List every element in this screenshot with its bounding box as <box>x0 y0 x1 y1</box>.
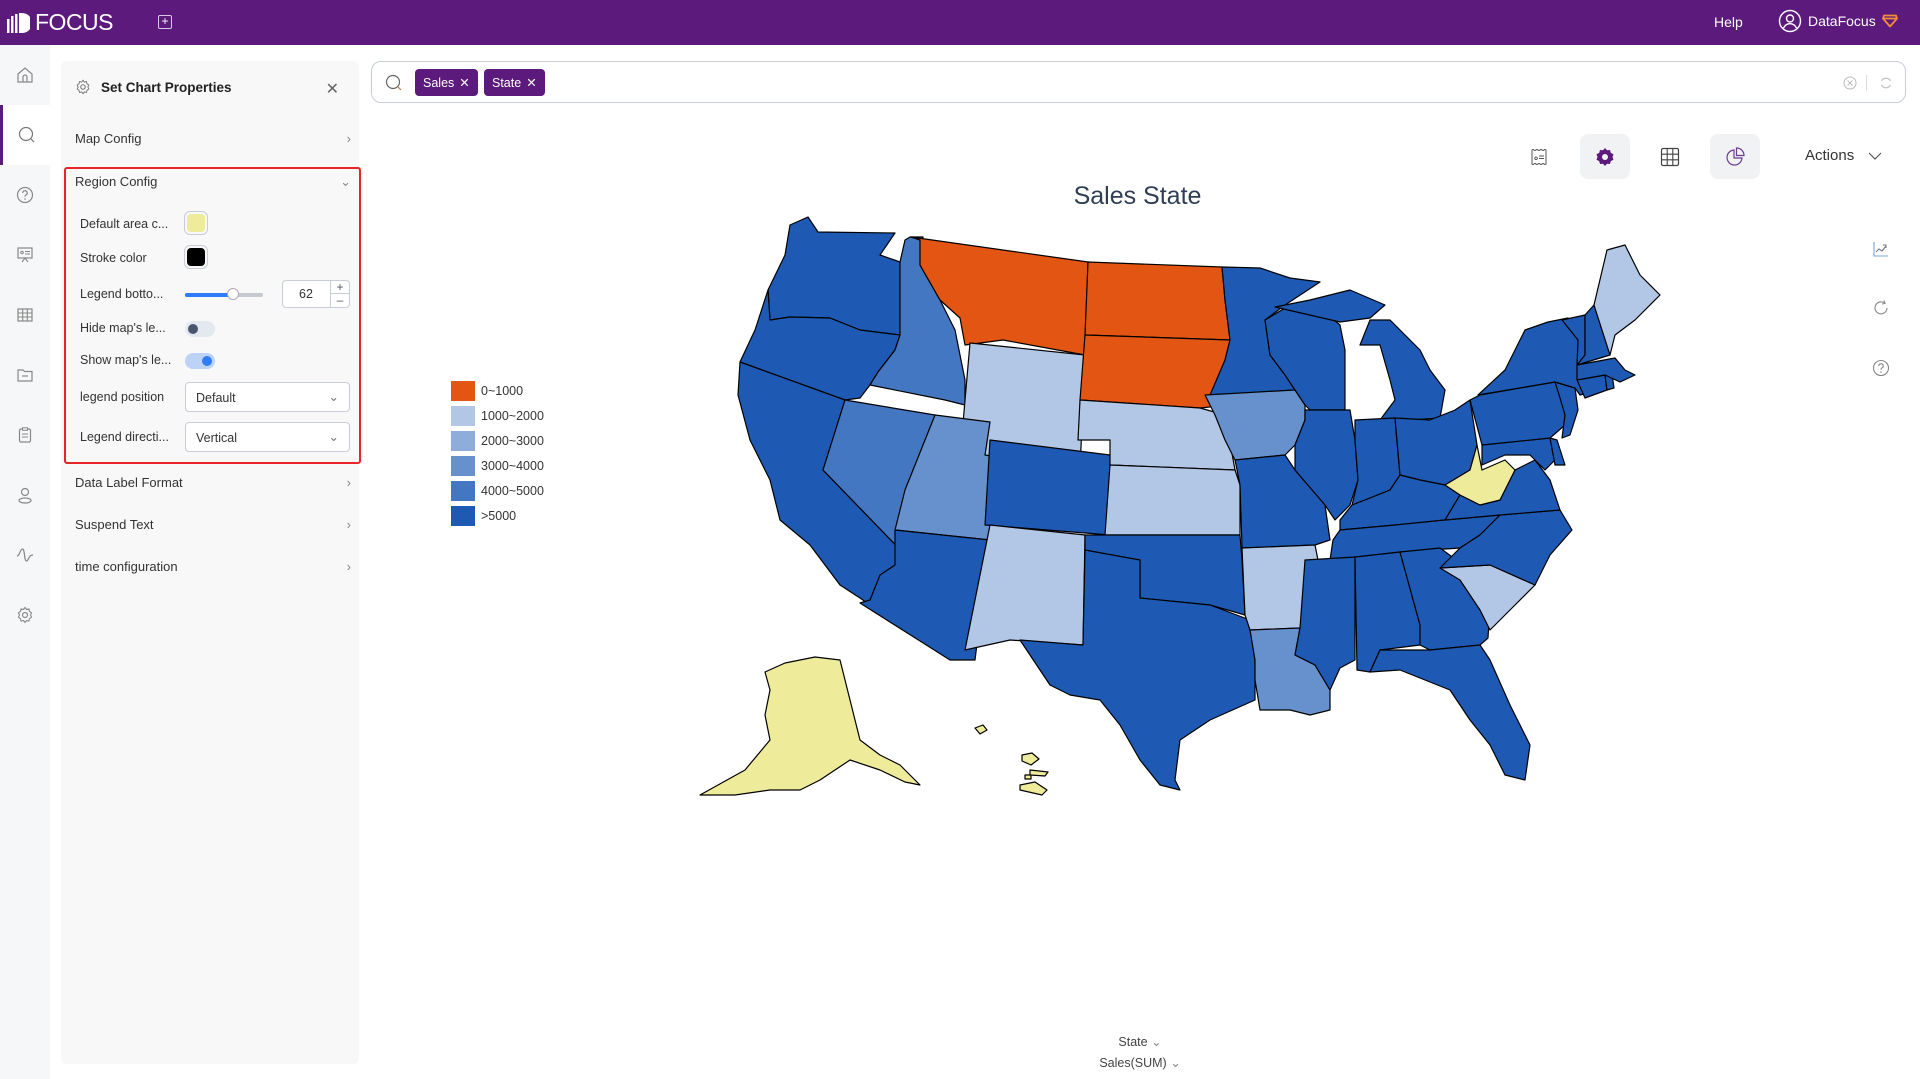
chevron-down-icon: ⌄ <box>1170 1056 1181 1070</box>
state-hawaii[interactable] <box>974 724 1049 796</box>
state-colorado[interactable] <box>984 439 1111 536</box>
chevron-down-icon: ⌄ <box>1151 1035 1162 1049</box>
measure-axis-selector[interactable]: Sales(SUM) ⌄ <box>1085 1055 1195 1070</box>
dimension-axis-selector[interactable]: State ⌄ <box>1100 1034 1180 1049</box>
us-map <box>699 216 1661 796</box>
state-alaska[interactable] <box>699 656 921 796</box>
dimension-label: State <box>1118 1035 1148 1049</box>
state-kansas[interactable] <box>1104 464 1241 536</box>
measure-label: Sales(SUM) <box>1099 1056 1167 1070</box>
state-north-dakota[interactable] <box>1084 261 1231 341</box>
state-florida[interactable] <box>1369 644 1531 781</box>
